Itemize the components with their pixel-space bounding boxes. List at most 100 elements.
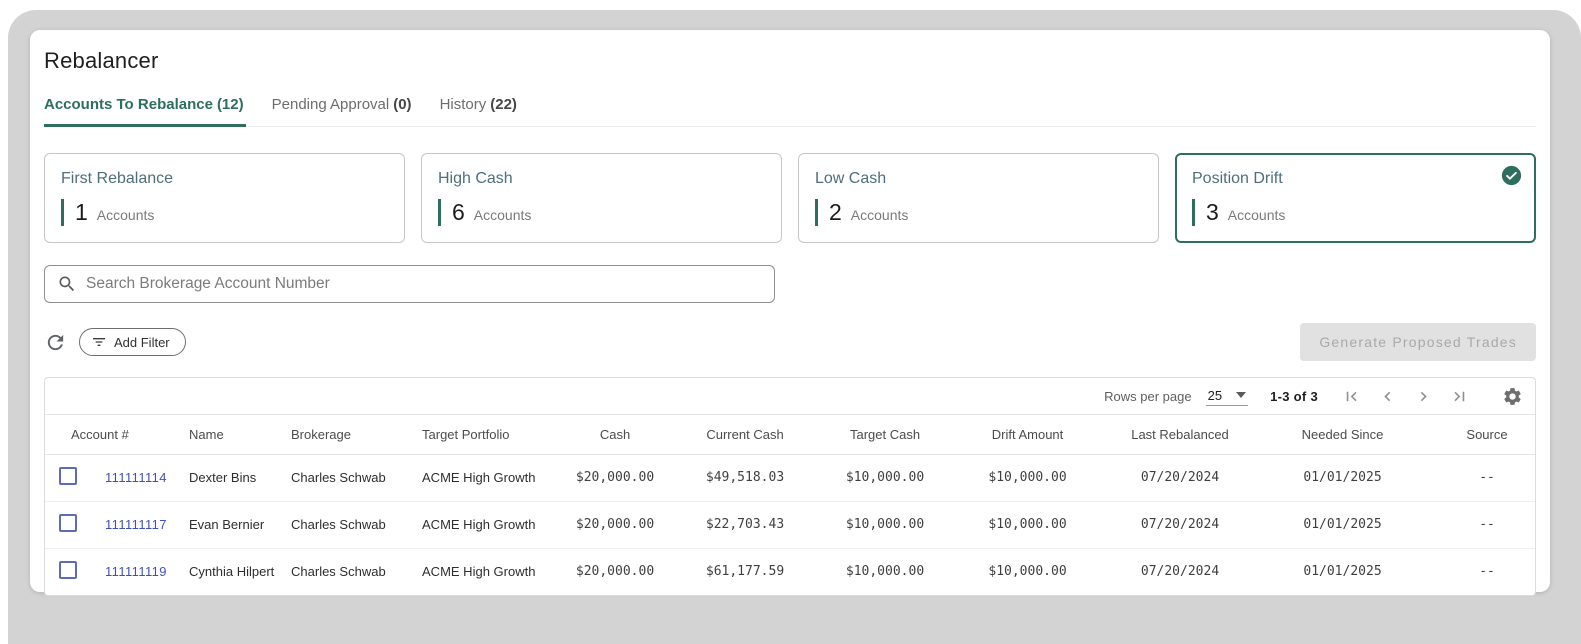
tab-label: Accounts To Rebalance [44, 96, 213, 113]
cell-source: -- [1425, 501, 1536, 548]
summary-card-low-cash[interactable]: Low Cash 2 Accounts [798, 153, 1159, 243]
col-header-cash: Cash [555, 415, 675, 454]
refresh-button[interactable] [44, 331, 67, 354]
tab-label: Pending Approval [272, 96, 390, 115]
table-settings-button[interactable] [1502, 386, 1523, 407]
pagination-controls [1342, 386, 1523, 407]
last-page-button[interactable] [1450, 387, 1469, 406]
rows-per-page-value: 25 [1208, 388, 1222, 403]
cell-cash: $20,000.00 [555, 501, 675, 548]
cell-current-cash: $49,518.03 [675, 454, 815, 501]
dropdown-caret-icon [1236, 392, 1246, 398]
account-number-link[interactable]: 111111114 [85, 454, 185, 501]
cell-source: -- [1425, 548, 1536, 595]
page-title: Rebalancer [44, 48, 1536, 74]
search-box[interactable] [44, 265, 775, 303]
card-unit: Accounts [97, 207, 155, 223]
col-header-drift-amount: Drift Amount [955, 415, 1100, 454]
first-page-icon [1342, 387, 1361, 406]
cell-target-cash: $10,000.00 [815, 454, 955, 501]
cell-needed-since: 01/01/2025 [1260, 501, 1425, 548]
search-input[interactable] [86, 275, 762, 293]
summary-card-high-cash[interactable]: High Cash 6 Accounts [421, 153, 782, 243]
rows-per-page-select[interactable]: 25 [1206, 387, 1248, 406]
generate-proposed-trades-button[interactable]: Generate Proposed Trades [1300, 323, 1536, 361]
row-checkbox[interactable] [59, 467, 77, 485]
tab-count: (12) [217, 96, 244, 113]
previous-page-button[interactable] [1378, 387, 1397, 406]
cell-name: Cynthia Hilpert [185, 548, 285, 595]
toolbar: Add Filter Generate Proposed Trades [44, 323, 1536, 361]
cell-brokerage: Charles Schwab [285, 548, 410, 595]
card-count: 2 [829, 199, 842, 226]
accent-bar [815, 199, 818, 226]
pagination-range: 1-3 of 3 [1270, 389, 1318, 404]
row-checkbox[interactable] [59, 514, 77, 532]
cell-cash: $20,000.00 [555, 548, 675, 595]
cell-target-cash: $10,000.00 [815, 501, 955, 548]
tab-count: (0) [393, 96, 411, 115]
cell-target-portfolio: ACME High Growth [410, 501, 555, 548]
chevron-right-icon [1414, 387, 1433, 406]
table-row: 111111114 Dexter Bins Charles Schwab ACM… [45, 454, 1536, 501]
tab-label: History [440, 96, 487, 115]
filter-list-icon [91, 334, 107, 350]
card-unit: Accounts [474, 207, 532, 223]
desktop-background: Rebalancer Accounts To Rebalance (12) Pe… [8, 10, 1581, 644]
accounts-table: Account # Name Brokerage Target Portfoli… [45, 415, 1536, 595]
summary-cards: First Rebalance 1 Accounts High Cash 6 A… [44, 153, 1536, 243]
search-icon [57, 274, 77, 294]
card-unit: Accounts [851, 207, 909, 223]
card-title: Low Cash [815, 170, 1142, 188]
tab-bar: Accounts To Rebalance (12) Pending Appro… [44, 96, 1536, 127]
pagination-bar: Rows per page 25 1-3 of 3 [45, 378, 1535, 415]
card-title: First Rebalance [61, 170, 388, 188]
rows-per-page-label: Rows per page [1104, 389, 1191, 404]
summary-card-first-rebalance[interactable]: First Rebalance 1 Accounts [44, 153, 405, 243]
summary-card-position-drift[interactable]: Position Drift 3 Accounts [1175, 153, 1536, 243]
row-checkbox[interactable] [59, 561, 77, 579]
cell-current-cash: $61,177.59 [675, 548, 815, 595]
tab-pending-approval[interactable]: Pending Approval (0) [272, 96, 414, 126]
first-page-button[interactable] [1342, 387, 1361, 406]
accent-bar [438, 199, 441, 226]
col-header-target-cash: Target Cash [815, 415, 955, 454]
refresh-icon [44, 331, 67, 354]
cell-last-rebalanced: 07/20/2024 [1100, 501, 1260, 548]
cell-current-cash: $22,703.43 [675, 501, 815, 548]
tab-history[interactable]: History (22) [440, 96, 519, 126]
account-number-link[interactable]: 111111119 [85, 548, 185, 595]
accent-bar [1192, 199, 1195, 226]
card-title: High Cash [438, 170, 765, 188]
cell-last-rebalanced: 07/20/2024 [1100, 548, 1260, 595]
add-filter-button[interactable]: Add Filter [79, 328, 186, 356]
tab-count: (22) [490, 96, 517, 115]
rebalancer-panel: Rebalancer Accounts To Rebalance (12) Pe… [30, 30, 1550, 592]
col-header-name: Name [185, 415, 285, 454]
card-unit: Accounts [1228, 207, 1286, 223]
cell-name: Evan Bernier [185, 501, 285, 548]
accent-bar [61, 199, 64, 226]
cell-target-cash: $10,000.00 [815, 548, 955, 595]
tab-accounts-to-rebalance[interactable]: Accounts To Rebalance (12) [44, 96, 246, 127]
cell-drift-amount: $10,000.00 [955, 548, 1100, 595]
card-count: 6 [452, 199, 465, 226]
cell-needed-since: 01/01/2025 [1260, 548, 1425, 595]
cell-needed-since: 01/01/2025 [1260, 454, 1425, 501]
cell-last-rebalanced: 07/20/2024 [1100, 454, 1260, 501]
cell-source: -- [1425, 454, 1536, 501]
cell-drift-amount: $10,000.00 [955, 501, 1100, 548]
last-page-icon [1450, 387, 1469, 406]
table-row: 111111119 Cynthia Hilpert Charles Schwab… [45, 548, 1536, 595]
cell-drift-amount: $10,000.00 [955, 454, 1100, 501]
col-header-source: Source [1425, 415, 1536, 454]
col-header-current-cash: Current Cash [675, 415, 815, 454]
next-page-button[interactable] [1414, 387, 1433, 406]
accounts-table-container: Rows per page 25 1-3 of 3 [44, 377, 1536, 596]
settings-gear-icon [1502, 386, 1523, 407]
screenshot-root: Rebalancer Accounts To Rebalance (12) Pe… [0, 0, 1581, 644]
cell-brokerage: Charles Schwab [285, 454, 410, 501]
account-number-link[interactable]: 111111117 [85, 501, 185, 548]
card-count: 3 [1206, 199, 1219, 226]
col-header-account: Account # [45, 415, 185, 454]
